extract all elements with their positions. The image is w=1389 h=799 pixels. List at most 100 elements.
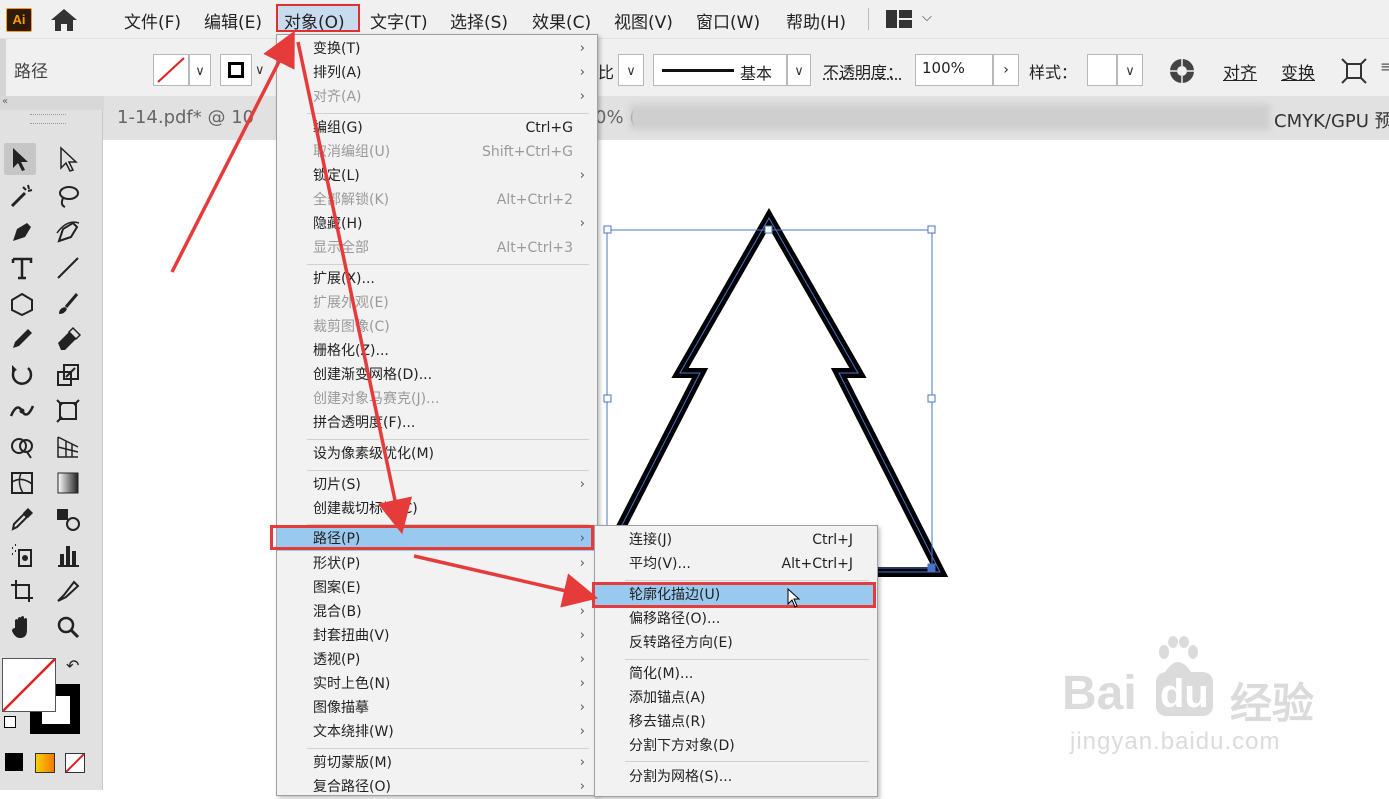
stroke-chevron-down-icon[interactable]: ∨ [255,54,273,86]
object-menu-item[interactable]: 扩展外观(E) [277,291,595,315]
object-menu-item[interactable]: 设为像素级优化(M) [277,442,595,466]
pencil-tool-icon[interactable] [6,323,38,355]
fill-chevron-down-icon[interactable]: ∨ [189,54,211,86]
object-menu-item[interactable]: 形状(P) › [277,552,595,576]
shape-tool-icon[interactable] [6,288,38,320]
opacity-arrow-right-icon[interactable]: › [993,54,1019,86]
line-segment-tool-icon[interactable] [52,252,84,284]
object-menu-item[interactable]: 图像描摹 › [277,696,595,720]
artboard-tool-icon[interactable] [6,575,38,607]
graphic-style-swatch[interactable] [1087,54,1117,86]
curvature-tool-icon[interactable] [52,216,84,248]
path-submenu-item[interactable]: 偏移路径(O)... [595,607,875,631]
default-colors-icon[interactable] [4,716,16,728]
path-submenu-item[interactable]: 分割为网格(S)... [595,765,875,789]
object-menu-item[interactable]: 文本绕排(W) › [277,720,595,744]
object-menu-item[interactable]: 扩展(X)... [277,267,595,291]
object-menu-item[interactable]: 图案(E) › [277,576,595,600]
paintbrush-tool-icon[interactable] [52,288,84,320]
isolate-selection-icon[interactable] [1340,57,1368,85]
object-menu-item[interactable]: 锁定(L) › [277,164,595,188]
object-menu-item[interactable]: 对齐(A) › [277,85,595,109]
object-menu-item[interactable]: 切片(S) › [277,473,595,497]
object-menu-item[interactable]: 剪切蒙版(M) › [277,751,595,775]
control-grip[interactable] [0,39,6,97]
collapse-panel-icon[interactable]: « [0,96,104,110]
object-menu-item[interactable]: 创建渐变网格(D)... [277,363,595,387]
object-menu-item[interactable]: 拼合透明度(F)... [277,411,595,435]
object-menu-item[interactable]: 隐藏(H) › [277,212,595,236]
object-menu-item[interactable]: 编组(G) Ctrl+G [277,116,595,140]
symbol-sprayer-tool-icon[interactable] [6,539,38,571]
lasso-tool-icon[interactable] [52,180,84,212]
object-menu-item[interactable]: 创建对象马赛克(J)... [277,387,595,411]
path-submenu-item[interactable]: 反转路径方向(E) [595,631,875,655]
path-submenu-item[interactable]: 轮廓化描边(U) [595,583,875,607]
column-graph-tool-icon[interactable] [52,539,84,571]
eraser-tool-icon[interactable] [52,323,84,355]
menu-select[interactable]: 选择(S) [450,8,508,33]
slice-tool-icon[interactable] [52,575,84,607]
path-submenu-item[interactable]: 平均(V)... Alt+Ctrl+J [595,552,875,576]
object-menu-item[interactable]: 排列(A) › [277,61,595,85]
object-menu-item[interactable]: 显示全部 Alt+Ctrl+3 [277,236,595,260]
object-menu-item[interactable]: 路径(P) › [277,527,595,551]
type-tool-icon[interactable] [6,252,38,284]
object-menu-item[interactable]: 实时上色(N) › [277,672,595,696]
menu-window[interactable]: 窗口(W) [696,8,760,33]
mesh-tool-icon[interactable] [6,467,38,499]
path-submenu-item[interactable]: 分割下方对象(D) [595,734,875,758]
pen-tool-icon[interactable] [6,216,38,248]
scale-tool-icon[interactable] [52,359,84,391]
stroke-swatch[interactable] [220,54,252,86]
opacity-input[interactable]: 100% [915,54,993,86]
workspace-layout-icon[interactable] [886,10,912,28]
color-mode-icon[interactable] [5,753,23,771]
home-icon[interactable] [48,7,80,33]
workspace-chevron-down-icon[interactable]: ⌵ [922,10,932,25]
menu-object[interactable]: 对象(O) [284,8,345,33]
path-submenu-item[interactable]: 简化(M)... [595,662,875,686]
rotate-tool-icon[interactable] [6,359,38,391]
object-menu-item[interactable]: 全部解锁(K) Alt+Ctrl+2 [277,188,595,212]
transform-link[interactable]: 变换 [1281,59,1315,84]
menu-type[interactable]: 文字(T) [370,8,428,33]
object-menu-item[interactable]: 变换(T) › [277,37,595,61]
eyedropper-tool-icon[interactable] [6,503,38,535]
shape-builder-tool-icon[interactable] [6,431,38,463]
menu-file[interactable]: 文件(F) [124,8,181,33]
recolor-artwork-icon[interactable] [1168,57,1196,85]
path-submenu-item[interactable]: 连接(J) Ctrl+J [595,528,875,552]
gradient-tool-icon[interactable] [52,467,84,499]
style-chevron-down-icon[interactable]: ∨ [1117,54,1143,86]
gradient-mode-icon[interactable] [35,753,55,773]
object-menu-item[interactable]: 栅格化(Z)... [277,339,595,363]
align-link[interactable]: 对齐 [1223,59,1257,84]
object-menu-item[interactable]: 混合(B) › [277,600,595,624]
object-menu-item[interactable]: 取消编组(U) Shift+Ctrl+G [277,140,595,164]
menu-effect[interactable]: 效果(C) [532,8,591,33]
blend-tool-icon[interactable] [52,503,84,535]
hand-tool-icon[interactable] [6,611,38,643]
menu-edit[interactable]: 编辑(E) [204,8,262,33]
brush-definition[interactable]: 基本 [653,54,787,86]
brush-chevron-down-icon[interactable]: ∨ [787,54,811,86]
swap-fill-stroke-icon[interactable]: ↶ [66,656,79,675]
path-submenu-item[interactable]: 添加锚点(A) [595,686,875,710]
object-menu-item[interactable]: 复合路径(O) › [277,775,595,799]
magic-wand-tool-icon[interactable] [6,180,38,212]
more-options-icon[interactable]: ≡ [1380,57,1389,76]
fill-swatch[interactable] [153,54,189,86]
object-menu-item[interactable]: 创建裁切标记(C) [277,497,595,521]
path-submenu-item[interactable]: 移去锚点(R) [595,710,875,734]
object-menu-item[interactable]: 封套扭曲(V) › [277,624,595,648]
opacity-label[interactable]: 不透明度： [823,59,903,83]
panel-grip[interactable] [30,114,66,124]
selection-tool-icon[interactable] [4,143,36,175]
menu-help[interactable]: 帮助(H) [786,8,846,33]
document-tab-title[interactable]: 1-14.pdf* @ 10 [117,107,254,128]
direct-selection-tool-icon[interactable] [52,143,84,175]
zoom-tool-icon[interactable] [52,611,84,643]
object-menu-item[interactable]: 裁剪图像(C) [277,315,595,339]
object-menu-item[interactable]: 透视(P) › [277,648,595,672]
